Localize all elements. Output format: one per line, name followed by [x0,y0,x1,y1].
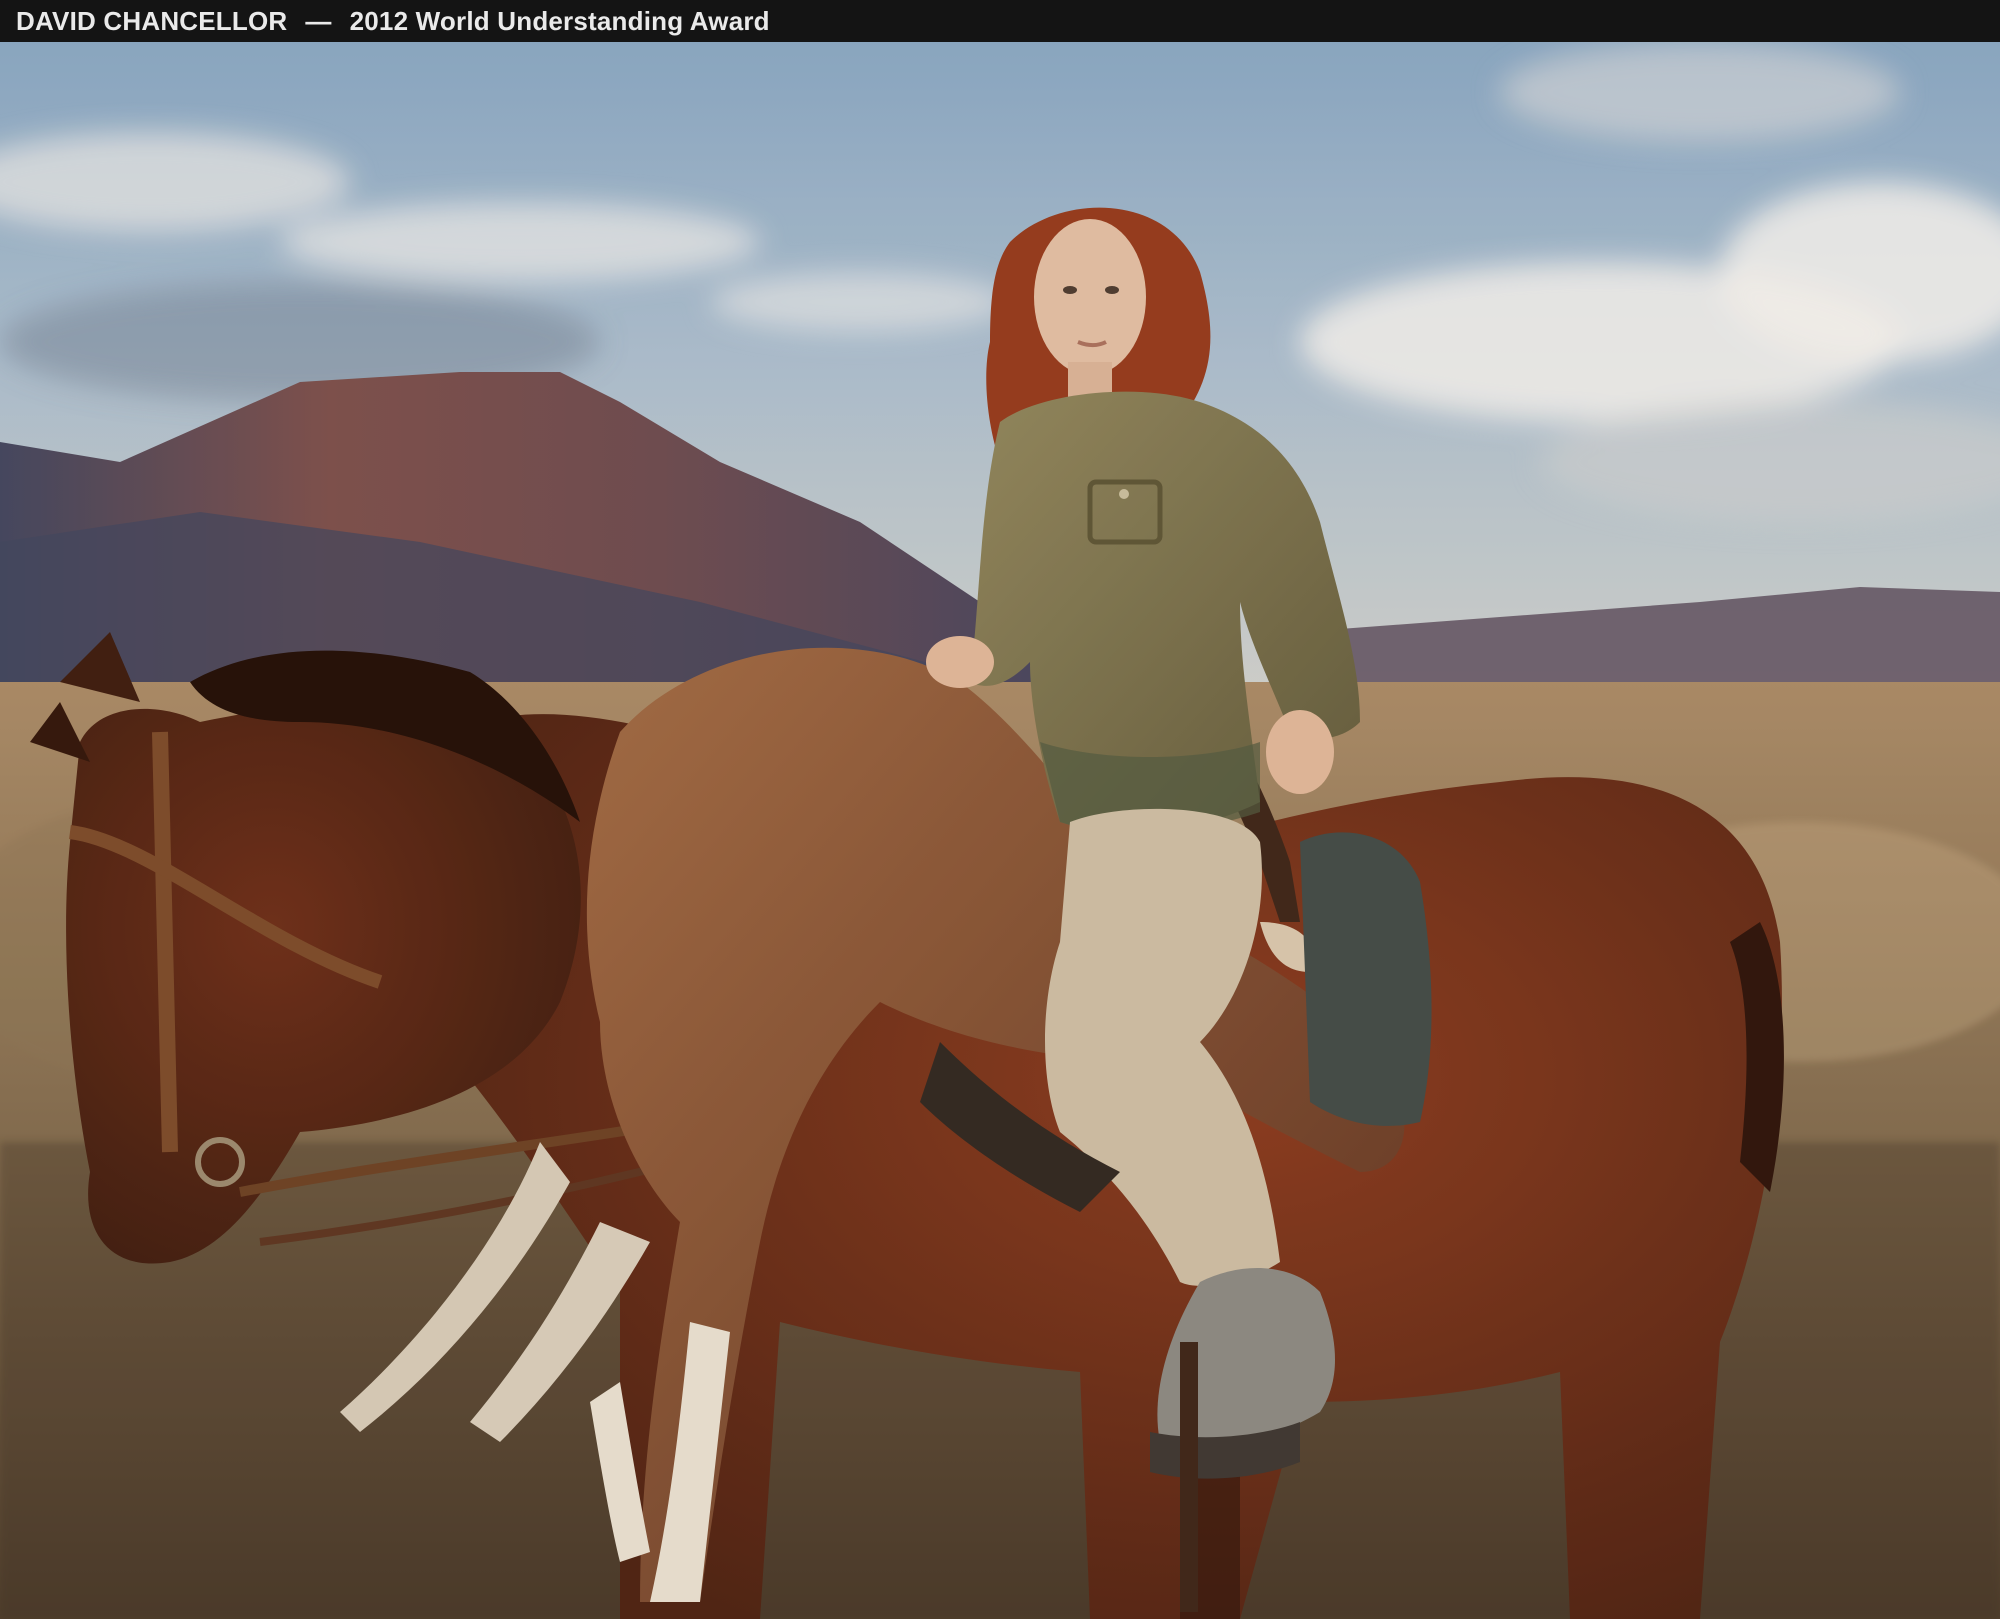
caption-separator: — [305,5,332,36]
page: DAVID CHANCELLOR — 2012 World Understand… [0,0,2000,1619]
warm-light [0,42,2000,1619]
award-title: 2012 World Understanding Award [349,5,770,36]
photograph-illustration [0,42,2000,1619]
caption-bar: DAVID CHANCELLOR — 2012 World Understand… [0,0,2000,42]
photographer-name: DAVID CHANCELLOR [16,5,288,36]
award-photograph [0,42,2000,1619]
